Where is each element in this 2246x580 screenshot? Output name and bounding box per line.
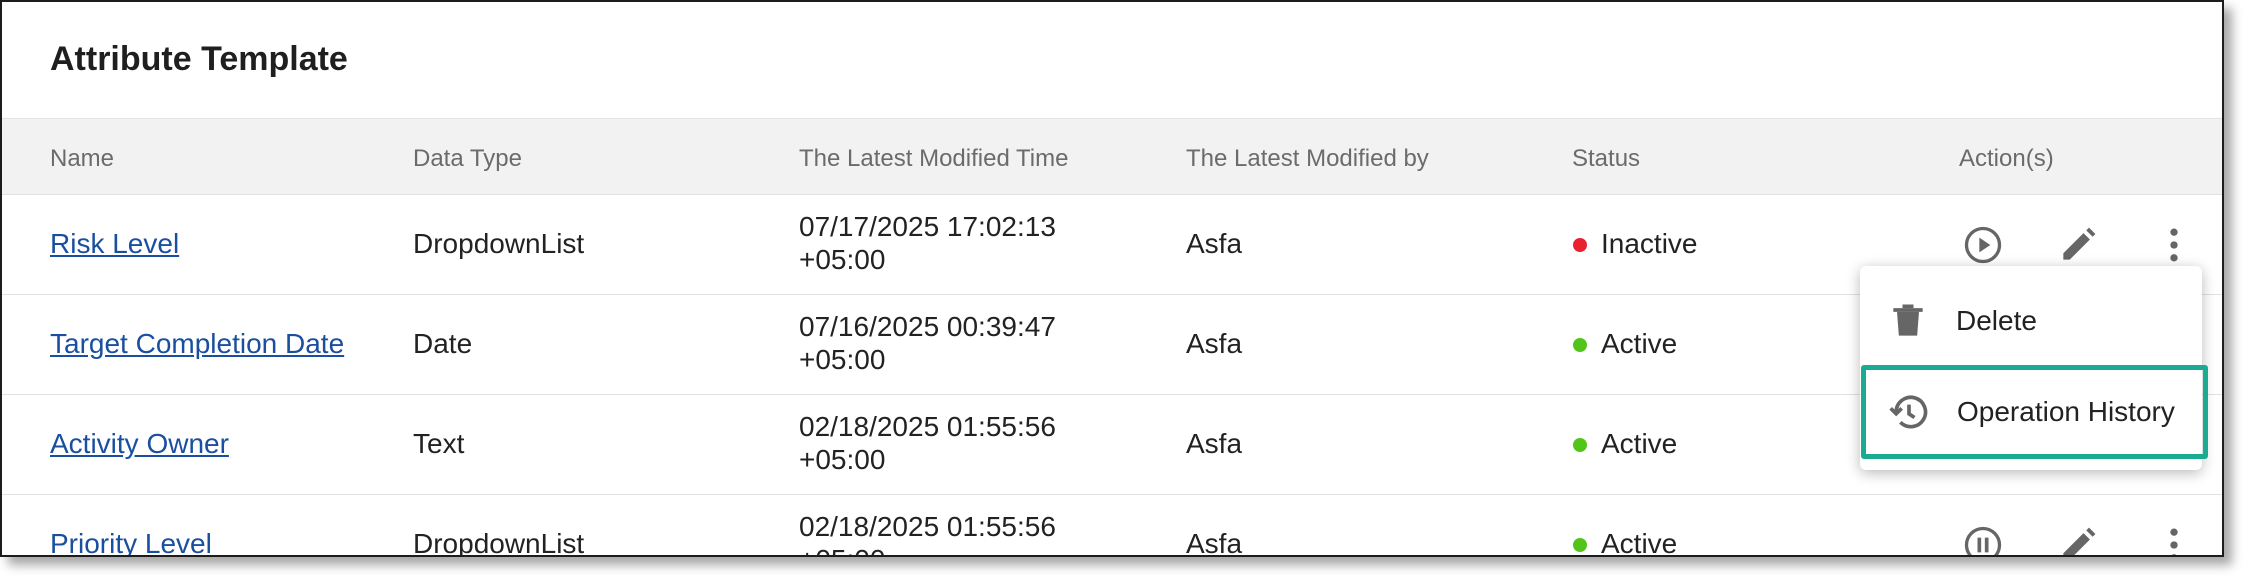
status-text: Active <box>1601 328 1678 359</box>
data-type-cell: DropdownList <box>413 228 585 259</box>
column-header-modified-time[interactable]: The Latest Modified Time <box>799 145 1068 173</box>
modified-by-cell: Asfa <box>1186 328 1243 359</box>
trash-icon <box>1884 297 1932 345</box>
status-dot-active <box>1573 438 1587 452</box>
modified-by-cell: Asfa <box>1186 228 1243 259</box>
row-actions-menu: Delete Operation History <box>1860 266 2208 470</box>
status-dot-inactive <box>1573 238 1587 252</box>
modified-time-offset: +05:00 <box>799 543 1056 555</box>
more-vertical-icon <box>2170 228 2178 262</box>
modified-by-cell: Asfa <box>1186 528 1243 557</box>
page-title: Attribute Template <box>50 40 348 78</box>
modified-time-date: 02/18/2025 01:55:56 <box>799 411 1056 442</box>
status-dot-active <box>1573 338 1587 352</box>
pencil-icon <box>2063 227 2096 260</box>
attribute-name-link[interactable]: Activity Owner <box>50 428 229 460</box>
modified-time-offset: +05:00 <box>799 244 886 275</box>
modified-time-date: 07/16/2025 00:39:47 <box>799 311 1056 342</box>
more-actions-button[interactable] <box>2150 221 2198 269</box>
status-text: Inactive <box>1601 228 1698 259</box>
status-text: Active <box>1601 528 1678 557</box>
edit-button[interactable] <box>2054 221 2102 269</box>
history-icon <box>1885 388 1933 436</box>
modified-time-date: 07/17/2025 17:02:13 <box>799 211 1056 242</box>
modified-time-offset: +05:00 <box>799 444 886 475</box>
modified-time-cell: 02/18/2025 01:55:56 +05:00 <box>799 510 1056 555</box>
column-header-status[interactable]: Status <box>1572 145 1640 173</box>
data-type-cell: Date <box>413 328 473 359</box>
play-circle-icon <box>1964 226 2002 264</box>
attribute-name-link[interactable]: Priority Level <box>50 528 212 555</box>
table-header: Name Data Type The Latest Modified Time … <box>2 119 2222 195</box>
page-header: Attribute Template <box>2 2 2222 119</box>
edit-button[interactable] <box>2054 521 2102 555</box>
modified-time-cell: 02/18/2025 01:55:56 +05:00 <box>799 410 1056 476</box>
delete-label: Delete <box>1956 305 2037 336</box>
table-row: Priority Level DropdownList 02/18/2025 0… <box>2 495 2222 557</box>
attribute-template-panel: Attribute Template Name Data Type The La… <box>0 0 2224 557</box>
modified-by-cell: Asfa <box>1186 428 1243 459</box>
column-header-data-type[interactable]: Data Type <box>413 145 522 173</box>
modified-time-cell: 07/17/2025 17:02:13 +05:00 <box>799 210 1056 276</box>
delete-menu-item[interactable]: Delete <box>1860 274 2202 368</box>
more-actions-button[interactable] <box>2150 521 2198 555</box>
more-vertical-icon <box>2170 528 2178 555</box>
pause-circle-icon <box>1964 526 2002 555</box>
operation-history-menu-item[interactable]: Operation History <box>1861 365 2208 459</box>
status-text: Active <box>1601 428 1678 459</box>
attribute-name-link[interactable]: Target Completion Date <box>50 328 344 360</box>
attribute-name-link[interactable]: Risk Level <box>50 228 179 260</box>
data-type-cell: DropdownList <box>413 528 585 557</box>
modified-time-date: 02/18/2025 01:55:56 <box>799 511 1056 542</box>
column-header-name[interactable]: Name <box>50 145 114 173</box>
modified-time-offset: +05:00 <box>799 344 886 375</box>
column-header-modified-by[interactable]: The Latest Modified by <box>1186 145 1429 173</box>
modified-time-cell: 07/16/2025 00:39:47 +05:00 <box>799 310 1056 376</box>
deactivate-button[interactable] <box>1959 521 2007 555</box>
pencil-icon <box>2063 527 2096 555</box>
operation-history-label: Operation History <box>1957 396 2175 427</box>
status-dot-active <box>1573 538 1587 552</box>
column-header-actions: Action(s) <box>1959 145 2054 172</box>
data-type-cell: Text <box>413 428 465 459</box>
activate-button[interactable] <box>1959 221 2007 269</box>
